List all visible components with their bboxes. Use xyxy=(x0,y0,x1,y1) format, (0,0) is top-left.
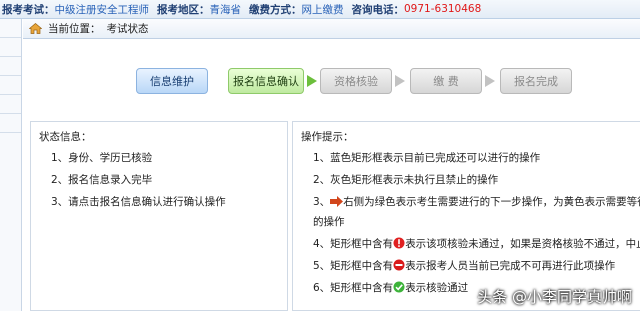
next-step-arrow-icon xyxy=(330,196,344,207)
status-panel-title: 状态信息： xyxy=(39,131,92,143)
breadcrumb: 当前位置： 考试状态 xyxy=(23,19,640,39)
tip-item-continued: 的操作 xyxy=(313,216,345,228)
check-pass-icon xyxy=(393,281,405,293)
tip-item: 1、蓝色矩形框表示目前已完成还可以进行的操作 xyxy=(313,152,541,164)
tip-prefix: 5、矩形框中含有 xyxy=(313,260,394,272)
payment-value: 网上缴费 xyxy=(301,3,344,16)
sidebar-item[interactable] xyxy=(0,95,21,114)
tip-item: 4、矩形框中含有 表示该项核验未通过，如果是资格核验不通过，中止报 xyxy=(313,236,640,251)
exam-type-value: 中级注册安全工程师 xyxy=(54,3,150,16)
error-exclamation-icon xyxy=(393,237,405,249)
step-confirm-registration-button[interactable]: 报名信息确认 xyxy=(228,68,304,94)
region-label: 报考地区： xyxy=(157,3,210,16)
tip-item: 5、矩形框中含有 表示报考人员当前已完成不可再进行此项操作 xyxy=(313,258,615,273)
step-arrow-icon xyxy=(395,75,405,87)
status-panel: 状态信息： 1、身份、学历已核验 2、报名信息录入完毕 3、请点击报名信息确认进… xyxy=(30,121,288,311)
page: 报考考试： 中级注册安全工程师 报考地区： 青海省 缴费方式： 网上缴费 咨询电… xyxy=(0,0,640,311)
step-registration-complete: 报名完成 xyxy=(500,68,572,94)
status-item: 1、身份、学历已核验 xyxy=(51,152,153,164)
sidebar-item[interactable] xyxy=(0,76,21,95)
sidebar-item[interactable] xyxy=(0,19,21,38)
step-arrow-icon xyxy=(485,75,495,87)
tips-panel: 操作提示： 1、蓝色矩形框表示目前已完成还可以进行的操作 2、灰色矩形框表示未执… xyxy=(292,121,640,311)
tip-prefix: 4、矩形框中含有 xyxy=(313,238,394,250)
breadcrumb-label: 当前位置： xyxy=(48,23,101,35)
step-info-maintenance-button[interactable]: 信息维护 xyxy=(136,68,208,94)
step-payment: 缴 费 xyxy=(410,68,482,94)
breadcrumb-current: 考试状态 xyxy=(106,23,149,35)
tip-item: 6、矩形框中含有 表示核验通过 xyxy=(313,280,468,295)
exam-type-label: 报考考试： xyxy=(2,3,55,16)
tip-prefix: 3、 xyxy=(313,196,331,208)
no-entry-icon xyxy=(393,259,405,271)
tip-prefix: 6、矩形框中含有 xyxy=(313,282,394,294)
tip-text: 表示报考人员当前已完成不可再进行此项操作 xyxy=(405,260,616,272)
sidebar-item[interactable] xyxy=(0,114,21,133)
step-qualification-check: 资格核验 xyxy=(320,68,392,94)
progress-steps: 信息维护 报名信息确认 资格核验 缴 费 报名完成 xyxy=(23,39,640,119)
phone-value: 0971-6310468 xyxy=(404,3,482,15)
tip-text: 表示核验通过 xyxy=(405,282,469,294)
tip-text: 右侧为绿色表示考生需要进行的下一步操作，为黄色表示需要等待机 xyxy=(343,196,640,208)
watermark: 头条 @小李同学真帅啊 xyxy=(477,288,632,306)
home-icon[interactable] xyxy=(29,23,42,34)
sidebar-item[interactable] xyxy=(0,38,21,57)
phone-label: 咨询电话： xyxy=(351,3,405,16)
payment-label: 缴费方式： xyxy=(249,3,302,16)
status-item: 2、报名信息录入完毕 xyxy=(51,174,153,186)
region-value: 青海省 xyxy=(209,3,242,16)
tip-item: 2、灰色矩形框表示未执行且禁止的操作 xyxy=(313,174,499,186)
sidebar xyxy=(0,19,22,311)
sidebar-item[interactable] xyxy=(0,57,21,76)
step-arrow-icon xyxy=(307,75,317,87)
exam-info-bar: 报考考试： 中级注册安全工程师 报考地区： 青海省 缴费方式： 网上缴费 咨询电… xyxy=(0,0,640,19)
tip-text: 表示该项核验未通过，如果是资格核验不通过，中止报 xyxy=(405,238,640,250)
tip-item: 3、 右侧为绿色表示考生需要进行的下一步操作，为黄色表示需要等待机 xyxy=(313,194,640,209)
tips-panel-title: 操作提示： xyxy=(301,131,354,143)
status-item: 3、请点击报名信息确认进行确认操作 xyxy=(51,196,226,208)
